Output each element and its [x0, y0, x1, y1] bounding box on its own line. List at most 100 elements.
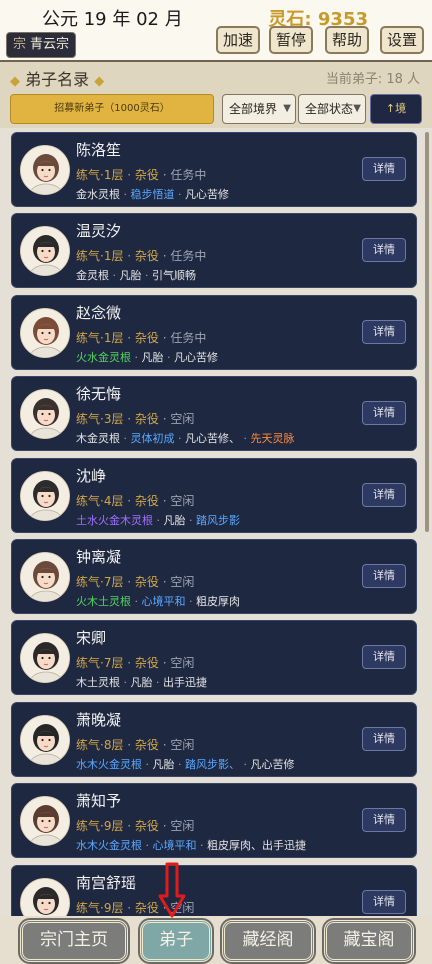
realm-text: 练气·9层 — [76, 819, 124, 834]
trait-text: 灵体初成 — [130, 432, 175, 446]
disciple-summary: 练气·1层 · 杂役 · 任务中 — [76, 330, 207, 345]
portrait-icon — [20, 389, 70, 440]
spirit-root-text: 土水火金木灵根 — [76, 513, 153, 527]
realm-text: 练气·4层 — [76, 493, 124, 508]
trait-text: 心境平和 — [141, 595, 186, 608]
trait-text: 凡心苦修 — [174, 350, 218, 364]
disciple-card[interactable]: 钟离凝 练气·7层 · 杂役 · 空闲 火木土灵根 · 心境平和 · 粗皮厚肉 详情 — [11, 539, 417, 614]
portrait-icon — [20, 226, 70, 277]
trait-text: 凡心苦修 — [185, 188, 229, 201]
disciple-name: 徐无悔 — [76, 385, 122, 404]
detail-button[interactable]: 详情 — [362, 319, 406, 344]
diamond-icon: ◆ — [94, 74, 105, 89]
detail-button[interactable]: 详情 — [362, 238, 406, 263]
disciple-card[interactable]: 温灵汐 练气·1层 · 杂役 · 任务中 金灵根 · 凡胎 · 引气顺畅 详情 — [11, 213, 417, 289]
portrait-icon — [20, 796, 70, 847]
spirit-root-text: 金水灵根 — [76, 188, 120, 201]
portrait-icon — [20, 307, 70, 358]
speed-up-button[interactable]: 加速 — [216, 26, 260, 54]
realm-text: 练气·8层 — [76, 737, 124, 752]
trait-text: 凡胎 — [130, 676, 153, 690]
portrait-icon — [20, 877, 70, 920]
trait-text: 凡心苦修、 — [185, 432, 240, 446]
trait-text: 踏风步影 — [196, 513, 240, 527]
trait-text: 粗皮厚肉 — [196, 595, 240, 608]
disciple-summary: 练气·7层 · 杂役 · 空闲 — [76, 575, 195, 589]
disciple-summary: 练气·1层 · 杂役 · 任务中 — [76, 168, 207, 182]
sect-mark: 宗 — [13, 37, 27, 52]
portrait-icon — [20, 714, 70, 765]
disciple-name: 萧知予 — [76, 792, 122, 811]
portrait-icon — [20, 552, 70, 602]
scrollbar[interactable] — [425, 132, 429, 532]
status-text: 空闲 — [170, 656, 195, 671]
status-text: 任务中 — [170, 168, 207, 182]
disciple-traits: 土水火金木灵根 · 凡胎 · 踏风步影 — [76, 513, 240, 527]
sort-button[interactable]: ↑境 — [370, 94, 422, 124]
detail-button[interactable]: 详情 — [362, 889, 406, 914]
disciple-card[interactable]: 沈峥练气·4层 · 杂役 · 空闲土水火金木灵根 · 凡胎 · 踏风步影 详情 — [11, 457, 417, 533]
spirit-root-text: 木金灵根 — [76, 432, 120, 446]
detail-button[interactable]: 详情 — [362, 726, 406, 751]
role-text: 杂役 — [134, 249, 159, 264]
pause-button[interactable]: 暂停 — [269, 26, 313, 54]
nav-disciples[interactable]: 弟子 — [140, 920, 212, 962]
detail-button[interactable]: 详情 — [362, 482, 406, 507]
trait-text: 稳步悟道 — [130, 188, 175, 201]
trait-text: 出手迅捷 — [163, 676, 207, 690]
portrait-icon — [20, 470, 70, 521]
disciple-summary: 练气·4层 · 杂役 · 空闲 — [76, 493, 195, 508]
nav-sect-home[interactable]: 宗门主页 — [20, 920, 128, 962]
detail-button[interactable]: 详情 — [362, 564, 406, 588]
nav-treasure-pavilion[interactable]: 藏宝阁 — [324, 920, 414, 962]
detail-button[interactable]: 详情 — [362, 808, 406, 833]
disciple-name: 温灵汐 — [76, 222, 122, 241]
settings-button[interactable]: 设置 — [380, 26, 424, 54]
disciple-card[interactable]: 萧知予 练气·9层 · 杂役 · 空闲 水木火金灵根 · 心境平和 · 粗皮厚肉、出… — [11, 783, 417, 859]
role-text: 杂役 — [134, 819, 159, 834]
disciple-card[interactable]: 宋卿 练气·7层 · 杂役 · 空闲 木土灵根 · 凡胎 · 出手迅捷 详情 — [11, 620, 417, 696]
disciple-list[interactable]: 陈洛笙 练气·1层 · 杂役 · 任务中 金水灵根 · 稳步悟道 · 凡心苦修 详情温… — [0, 128, 432, 920]
chevron-down-icon: ▼ — [353, 103, 361, 114]
nav-scripture-pavilion[interactable]: 藏经阁 — [222, 920, 314, 962]
realm-text: 练气·1层 — [76, 168, 124, 182]
spirit-root-text: 水木火金灵根 — [76, 839, 142, 853]
help-button[interactable]: 帮助 — [325, 26, 369, 54]
disciple-summary: 练气·3层 · 杂役 · 空闲 — [76, 412, 195, 427]
disciple-card[interactable]: 赵念微 练气·1层 · 杂役 · 任务中 火水金灵根 · 凡胎 · 凡心苦修 详情 — [11, 294, 417, 370]
disciple-name: 沈峥 — [76, 466, 107, 485]
disciple-card[interactable]: 南宫舒瑶 练气·9层 · 杂役 · 空闲 详情 — [11, 864, 417, 920]
recruit-button[interactable]: 招募新弟子（1000灵石） — [10, 94, 214, 124]
spirit-root-text: 火水金灵根 — [76, 350, 131, 364]
trait-text: 引气顺畅 — [152, 269, 196, 283]
disciple-card[interactable]: 萧晚凝 练气·8层 · 杂役 · 空闲 水木火金灵根 · 凡胎 · 踏风步影、 · … — [11, 701, 417, 777]
sect-badge[interactable]: 宗青云宗 — [6, 32, 77, 58]
disciple-traits: 水木火金灵根 · 凡胎 · 踏风步影、 · 凡心苦修 — [76, 757, 295, 771]
spirit-root-text: 火木土灵根 — [76, 595, 131, 608]
disciple-traits: 金灵根 · 凡胎 · 引气顺畅 — [76, 269, 196, 283]
diamond-icon: ◆ — [10, 74, 20, 89]
realm-text: 练气·1层 — [76, 330, 124, 345]
detail-button[interactable]: 详情 — [362, 157, 406, 181]
detail-button[interactable]: 详情 — [362, 645, 406, 670]
sect-name: 青云宗 — [30, 37, 70, 52]
pointer-arrow-icon — [158, 862, 186, 918]
status-filter-select[interactable]: 全部状态 ▼ — [298, 94, 366, 124]
disciple-card[interactable]: 陈洛笙 练气·1层 · 杂役 · 任务中 金水灵根 · 稳步悟道 · 凡心苦修 详情 — [11, 132, 417, 207]
trait-text: 凡胎 — [152, 757, 175, 771]
role-text: 杂役 — [134, 412, 159, 427]
realm-text: 练气·1层 — [76, 249, 124, 264]
role-text: 杂役 — [134, 656, 159, 671]
disciple-traits: 水木火金灵根 · 心境平和 · 粗皮厚肉、出手迅捷 — [76, 839, 306, 853]
disciple-traits: 木金灵根 · 灵体初成 · 凡心苦修、 · 先天灵脉 — [76, 432, 295, 446]
disciple-card[interactable]: 徐无悔练气·3层 · 杂役 · 空闲木金灵根 · 灵体初成 · 凡心苦修、 · … — [11, 376, 417, 452]
disciple-summary: 练气·8层 · 杂役 · 空闲 — [76, 737, 195, 752]
status-text: 空闲 — [170, 412, 195, 427]
disciple-traits: 金水灵根 · 稳步悟道 · 凡心苦修 — [76, 188, 229, 201]
realm-text: 练气·3层 — [76, 412, 124, 427]
realm-filter-select[interactable]: 全部境界 ▼ — [222, 94, 296, 124]
role-text: 杂役 — [134, 493, 159, 508]
detail-button[interactable]: 详情 — [362, 401, 406, 426]
disciple-summary: 练气·7层 · 杂役 · 空闲 — [76, 656, 195, 671]
trait-text: 凡胎 — [119, 269, 142, 283]
